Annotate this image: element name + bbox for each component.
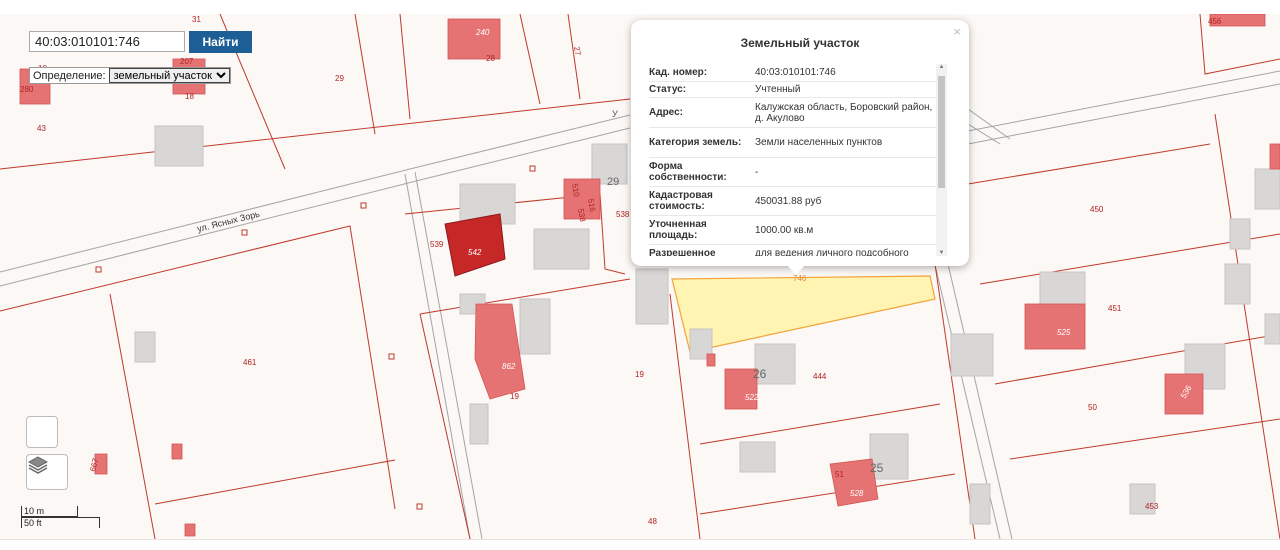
label-528: 528 — [850, 489, 864, 498]
top-bar — [0, 0, 1280, 15]
info-key: Адрес: — [649, 107, 683, 118]
info-key: Кад. номер: — [649, 67, 708, 78]
popup-title: Земельный участок — [740, 36, 860, 50]
label-26: 26 — [753, 367, 767, 381]
info-row: Статус: Учтенный — [649, 82, 936, 98]
label-y: У — [612, 109, 618, 119]
label-453: 453 — [1145, 502, 1159, 511]
label-207: 207 — [180, 57, 194, 66]
info-row: Кад. номер: 40:03:010101:746 — [649, 64, 936, 82]
info-key: Форма собственности: — [649, 161, 727, 183]
scale-imperial-label: 50 ft — [24, 518, 42, 528]
info-value: - — [755, 166, 759, 178]
info-value: для ведения личного подсобного — [755, 248, 909, 256]
label-29: 29 — [335, 74, 344, 83]
definition-label: Определение: — [33, 69, 106, 82]
definition-selector: Определение: земельный участок — [29, 67, 231, 84]
building-542[interactable] — [444, 213, 506, 277]
info-value: Калужская область, Боровский район, д. А… — [755, 101, 933, 124]
scroll-thumb[interactable] — [938, 76, 945, 188]
label-444: 444 — [813, 372, 827, 381]
label-19b: 19 — [635, 370, 644, 379]
label-43: 43 — [37, 124, 46, 133]
label-29b: 29 — [607, 176, 619, 188]
label-538b: 538 — [616, 210, 630, 219]
label-31: 31 — [192, 15, 201, 24]
info-key: Категория земель: — [649, 137, 742, 148]
label-50: 50 — [1088, 403, 1097, 412]
label-25: 25 — [870, 461, 884, 475]
label-862: 862 — [502, 362, 516, 371]
info-row: Кадастровая стоимость: 450031.88 руб — [649, 187, 936, 216]
blank-control-button[interactable] — [26, 416, 58, 448]
info-row: Форма собственности: - — [649, 158, 936, 187]
cadastral-search-input[interactable] — [29, 31, 185, 52]
label-456: 456 — [1208, 17, 1222, 26]
label-461: 461 — [243, 358, 257, 367]
layers-icon — [27, 456, 49, 474]
scroll-down-icon[interactable]: ▼ — [936, 250, 947, 256]
label-525: 525 — [1057, 328, 1071, 337]
scroll-up-icon[interactable]: ▲ — [936, 64, 947, 70]
info-key: Разрешенное — [649, 248, 716, 256]
label-539: 539 — [430, 240, 444, 249]
layers-button[interactable] — [26, 454, 68, 490]
label-51: 51 — [835, 470, 844, 479]
label-240: 240 — [475, 28, 490, 37]
popup-info-table: Кад. номер: 40:03:010101:746 Статус: Учтен… — [649, 64, 936, 256]
popup-pointer — [787, 265, 805, 275]
scale-metric-label: 10 m — [24, 506, 45, 516]
info-value: 40:03:010101:746 — [755, 67, 836, 78]
info-value: 450031.88 руб — [755, 195, 822, 207]
popup-scrollbar[interactable]: ▲ ▼ — [936, 64, 947, 256]
info-row: Уточненная площадь: 1000.00 кв.м — [649, 216, 936, 245]
label-48: 48 — [648, 517, 657, 526]
info-key: Кадастровая стоимость: — [649, 190, 713, 212]
scale-bar: 10 m 50 ft — [21, 506, 101, 534]
info-row: Адрес: Калужская область, Боровский район… — [649, 98, 936, 128]
info-value: 1000.00 кв.м — [755, 224, 814, 236]
info-key: Статус: — [649, 84, 687, 95]
label-18: 18 — [185, 92, 194, 101]
label-19a: 19 — [510, 392, 519, 401]
label-280: 280 — [20, 85, 34, 94]
label-522: 522 — [745, 393, 759, 402]
label-28: 28 — [486, 54, 495, 63]
label-450: 450 — [1090, 205, 1104, 214]
search-button[interactable]: Найти — [189, 31, 252, 53]
label-542: 542 — [468, 248, 482, 257]
definition-select[interactable]: земельный участок — [108, 68, 230, 83]
info-key: Уточненная площадь: — [649, 219, 707, 241]
label-27: 27 — [572, 46, 583, 57]
info-row: Категория земель: Земли населенных пункто… — [649, 128, 936, 158]
label-538a: 538 — [576, 208, 587, 223]
street-label: ул. Ясных Зорь — [196, 209, 261, 234]
label-746: 746 — [793, 274, 807, 283]
bottom-bar — [0, 539, 1280, 550]
info-value: Земли населенных пунктов — [755, 137, 883, 148]
info-value: Учтенный — [755, 84, 801, 95]
label-451: 451 — [1108, 304, 1122, 313]
parcel-info-popup: × Земельный участок Кад. номер: 40:03:010… — [631, 20, 969, 266]
info-row: Разрешенное для ведения личного подсобног… — [649, 245, 936, 256]
